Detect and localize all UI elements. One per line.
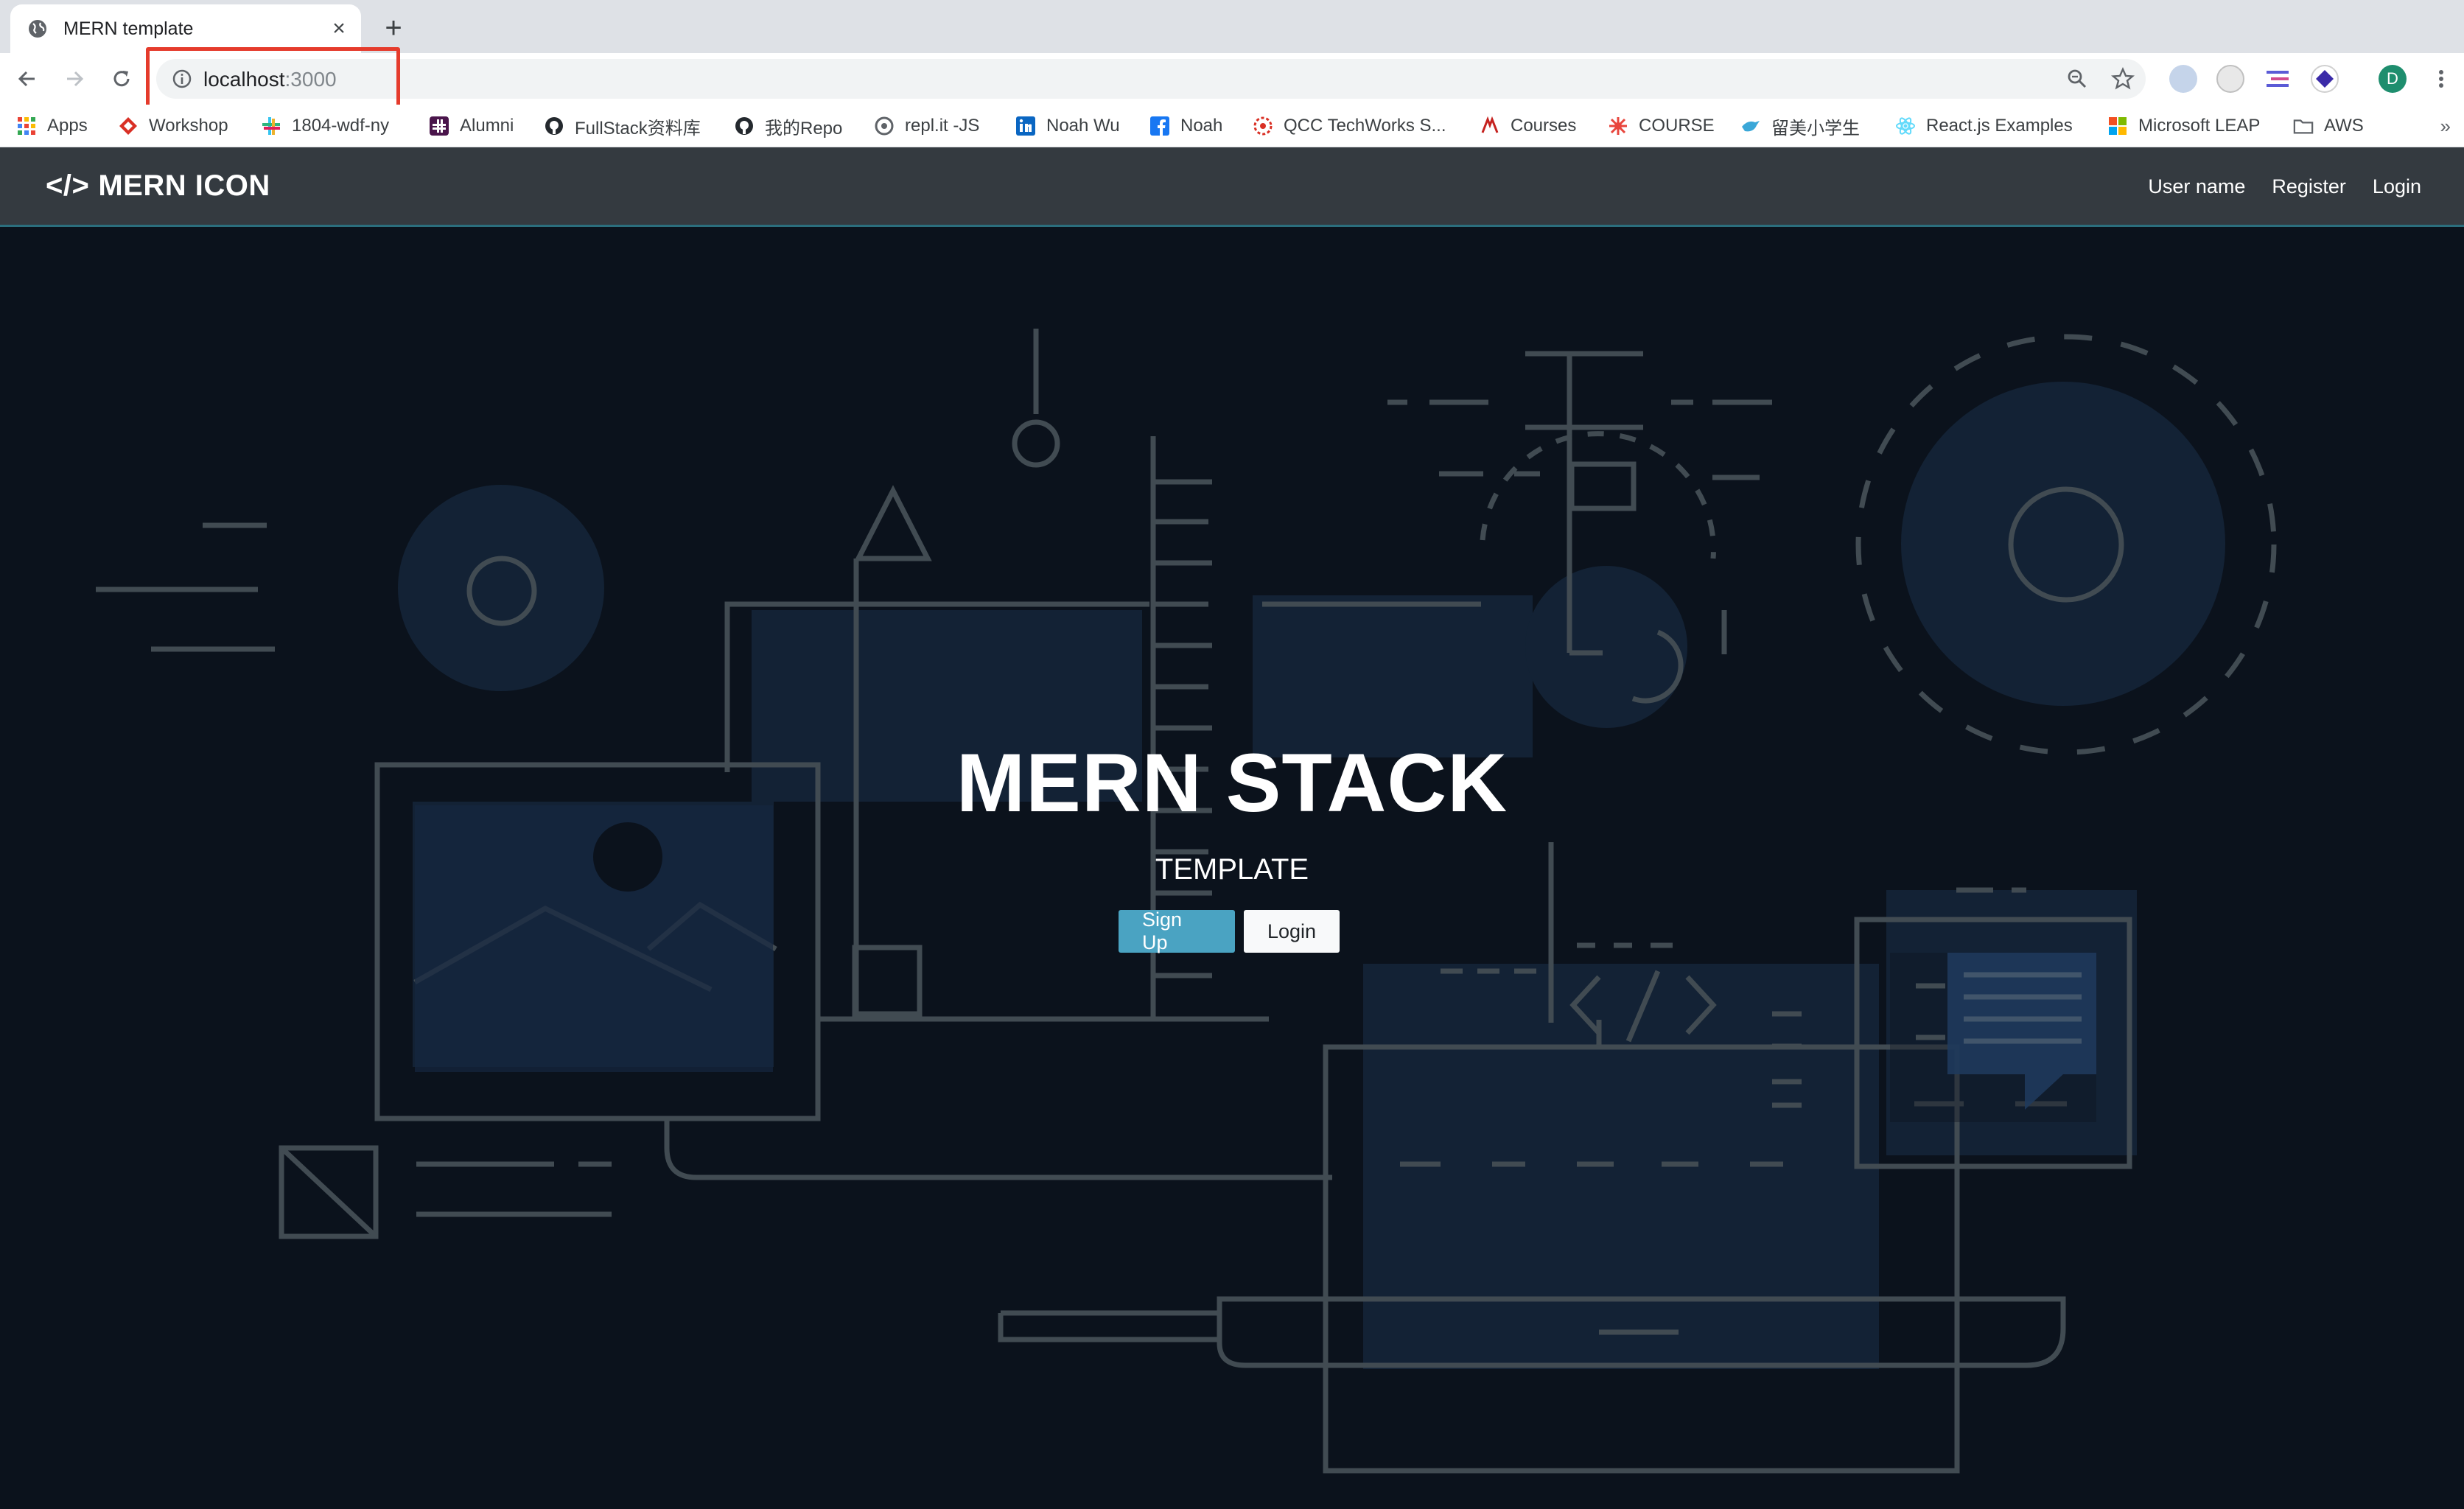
bookmark-replit[interactable]: repl.it -JS (874, 105, 979, 147)
menu-kebab-icon[interactable] (2424, 62, 2458, 96)
close-icon[interactable]: × (324, 14, 354, 43)
bookmark-label: Microsoft LEAP (2138, 116, 2261, 136)
bookmark-label: Apps (47, 116, 88, 136)
course-icon (1608, 116, 1628, 136)
hero-button-group: Sign Up Login (1119, 908, 1340, 953)
folder-icon (2293, 116, 2314, 136)
zoom-icon[interactable] (2065, 66, 2090, 91)
bookmark-1804-wdf-ny[interactable]: 1804-wdf-ny (261, 105, 389, 147)
slack-icon (429, 116, 449, 136)
bookmark-noah-wu[interactable]: Noah Wu (1015, 105, 1120, 147)
tab-title: MERN template (63, 18, 194, 39)
hero-subtitle: TEMPLATE (1155, 853, 1309, 886)
back-arrow-icon[interactable] (10, 62, 44, 96)
reload-icon[interactable] (105, 62, 139, 96)
globe-icon (27, 18, 49, 40)
url-text[interactable]: localhost:3000 (203, 68, 337, 91)
nav-login[interactable]: Login (2373, 175, 2421, 198)
bookmark-label: AWS (2324, 116, 2364, 136)
extension-1-icon[interactable] (2169, 65, 2197, 93)
apps-grid-icon (16, 116, 37, 136)
profile-avatar[interactable]: D (2379, 65, 2407, 93)
bookmark-react-examples[interactable]: React.js Examples (1895, 105, 2073, 147)
bookmark-label: 我的Repo (765, 118, 843, 139)
browser-tabstrip: MERN template × + (0, 0, 2464, 53)
workshop-icon (118, 116, 139, 136)
hero-section: MERN STACK TEMPLATE Sign Up Login (0, 227, 2464, 1509)
slack-icon (261, 116, 281, 136)
bookmark-star-icon[interactable] (2110, 66, 2135, 91)
bookmark-courses[interactable]: Courses (1480, 105, 1576, 147)
bird-icon (1740, 116, 1761, 136)
bookmark-label: Alumni (460, 116, 514, 136)
linkedin-icon (1015, 116, 1036, 136)
bookmark-qcc-techworks[interactable]: QCC TechWorks S... (1253, 105, 1446, 147)
extension-3-icon[interactable] (2264, 65, 2292, 93)
react-icon (1895, 116, 1916, 136)
bookmark-course[interactable]: COURSE (1608, 105, 1715, 147)
bookmark-label: Noah (1180, 116, 1223, 136)
nav-user-name[interactable]: User name (2148, 175, 2245, 198)
bookmark-label: repl.it -JS (905, 116, 980, 136)
bookmark-label: Noah Wu (1046, 116, 1120, 136)
brand-link[interactable]: </> MERN ICON (46, 169, 270, 203)
url-port: :3000 (284, 68, 337, 91)
github-icon (734, 116, 755, 136)
code-icon: </> (46, 169, 90, 202)
bookmark-noah[interactable]: Noah (1149, 105, 1222, 147)
replit-icon (874, 116, 895, 136)
bookmark-label: QCC TechWorks S... (1284, 116, 1446, 136)
bookmark-apps[interactable]: Apps (16, 105, 88, 147)
qcc-icon (1253, 116, 1273, 136)
browser-toolbar: localhost:3000 D (0, 53, 2464, 105)
url-host: localhost (203, 68, 285, 91)
address-bar[interactable]: localhost:3000 (156, 59, 2146, 99)
bookmark-liumei[interactable]: 留美小学生 (1740, 105, 1860, 147)
bookmark-workshop[interactable]: Workshop (118, 105, 228, 147)
bookmark-label: Workshop (149, 116, 228, 136)
new-tab-button[interactable]: + (377, 12, 410, 44)
forward-arrow-icon[interactable] (57, 62, 91, 96)
nav-register[interactable]: Register (2272, 175, 2346, 198)
browser-tab[interactable]: MERN template × (10, 4, 361, 53)
bookmark-label: React.js Examples (1926, 116, 2073, 136)
login-button[interactable]: Login (1244, 910, 1340, 953)
bookmark-fullstack[interactable]: FullStack资料库 (544, 105, 701, 147)
courses-icon (1480, 116, 1500, 136)
nav-links: User name Register Login (2148, 175, 2421, 198)
bookmark-aws[interactable]: AWS (2293, 105, 2364, 147)
bookmark-microsoft-leap[interactable]: Microsoft LEAP (2107, 105, 2260, 147)
app-navbar: </> MERN ICON User name Register Login (0, 147, 2464, 227)
bookmark-my-repo[interactable]: 我的Repo (734, 105, 842, 147)
bookmark-label: COURSE (1639, 116, 1715, 136)
bookmark-label: FullStack资料库 (575, 118, 701, 139)
bookmark-label: 留美小学生 (1771, 118, 1860, 139)
bookmarks-bar: Apps Workshop 1804-wdf-ny Alumni FullSta… (0, 105, 2464, 147)
facebook-icon (1149, 116, 1170, 136)
info-icon[interactable] (171, 68, 193, 90)
bookmark-label: Courses (1511, 116, 1577, 136)
sign-up-button[interactable]: Sign Up (1119, 908, 1235, 953)
bookmark-alumni[interactable]: Alumni (429, 105, 514, 147)
extension-4-icon[interactable] (2311, 65, 2339, 93)
brand-text: MERN ICON (98, 169, 270, 202)
github-icon (544, 116, 564, 136)
extension-2-icon[interactable] (2216, 65, 2244, 93)
microsoft-icon (2107, 116, 2128, 136)
bookmark-label: 1804-wdf-ny (292, 116, 390, 136)
bookmarks-overflow-button[interactable]: » (2440, 115, 2451, 138)
hero-title: MERN STACK (956, 737, 1508, 829)
